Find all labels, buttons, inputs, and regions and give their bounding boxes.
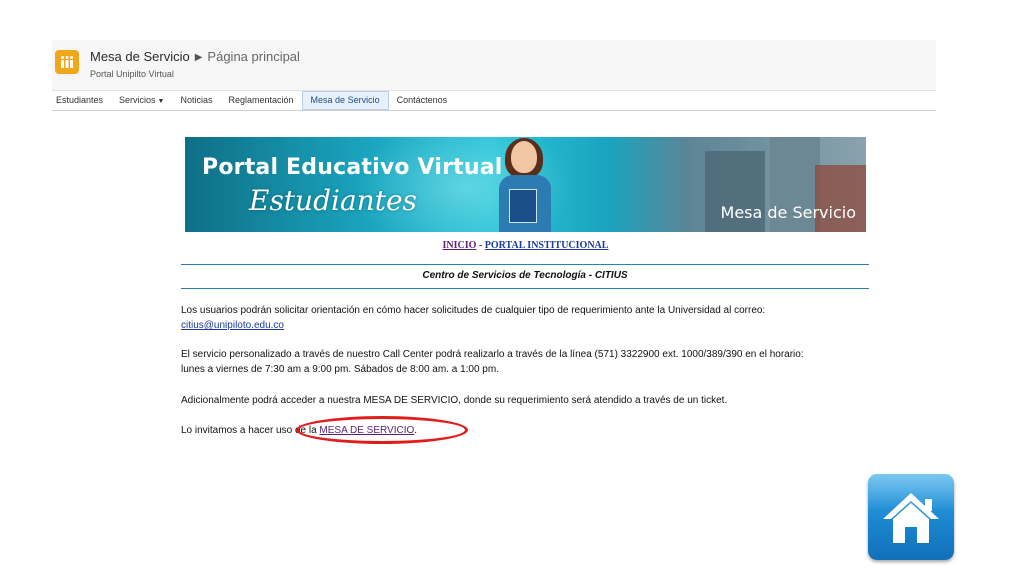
portal-banner: Portal Educativo Virtual Estudiantes Mes… [185,137,866,232]
top-navigation: Estudiantes Servicios ▼ Noticias Reglamen… [52,90,936,111]
nav-item-mesa-de-servicio[interactable]: Mesa de Servicio [301,91,389,110]
site-subtitle[interactable]: Portal Unipilto Virtual [90,69,174,79]
nav-item-estudiantes[interactable]: Estudiantes [52,91,111,110]
site-logo-icon[interactable] [55,50,79,74]
nav-item-label: Servicios [119,95,156,105]
nav-item-label: Contáctenos [396,95,448,105]
nav-item-noticias[interactable]: Noticias [172,91,220,110]
nav-item-label: Mesa de Servicio [310,95,380,105]
nav-item-contactenos[interactable]: Contáctenos [389,91,456,110]
quick-links: INICIO - PORTAL INSTITUCIONAL [185,240,866,251]
divider-top [181,264,869,265]
page-title: Página principal [207,49,300,64]
inicio-link[interactable]: INICIO [443,240,477,251]
chevron-down-icon: ▼ [157,98,165,105]
paragraph-text: . [414,425,418,436]
nav-item-label: Reglamentación [228,95,294,105]
email-link[interactable]: citius@unipiloto.edu.co [181,320,284,331]
nav-item-label: Noticias [180,95,213,105]
paragraph-email: Los usuarios podrán solicitar orientació… [181,303,869,333]
site-header [52,40,936,90]
home-icon [883,493,939,543]
divider-bottom [181,288,869,289]
section-title: Centro de Servicios de Tecnología - CITI… [422,270,628,281]
paragraph-text: Lo invitamos a hacer uso de la [181,425,320,436]
nav-item-reglamentacion[interactable]: Reglamentación [221,91,302,110]
breadcrumb: Mesa de Servicio ▶ Página principal [90,49,300,64]
banner-tag: Mesa de Servicio [720,203,856,222]
site-title[interactable]: Mesa de Servicio [90,49,190,64]
nav-item-label: Estudiantes [56,95,104,105]
links-separator: - [478,240,483,251]
paragraph-text: El servicio personalizado a través de nu… [181,349,804,360]
banner-subtitle: Estudiantes [249,184,417,217]
mesa-de-servicio-link[interactable]: MESA DE SERVICIO [319,425,414,436]
paragraph-mesa: Adicionalmente podrá acceder a nuestra M… [181,395,728,406]
portal-institucional-link[interactable]: PORTAL INSTITUCIONAL [485,240,609,251]
paragraph-text: lunes a viernes de 7:30 am a 9:00 pm. Sá… [181,364,499,375]
home-button[interactable] [868,474,954,560]
paragraph-text: Los usuarios podrán solicitar orientació… [181,305,766,316]
breadcrumb-separator-icon: ▶ [194,52,203,63]
paragraph-call-center: El servicio personalizado a través de nu… [181,347,869,377]
banner-student-image [495,138,557,232]
banner-title: Portal Educativo Virtual [202,155,503,180]
paragraph-invitation: Lo invitamos a hacer uso de la MESA DE S… [181,423,869,438]
nav-item-servicios[interactable]: Servicios ▼ [111,91,172,110]
